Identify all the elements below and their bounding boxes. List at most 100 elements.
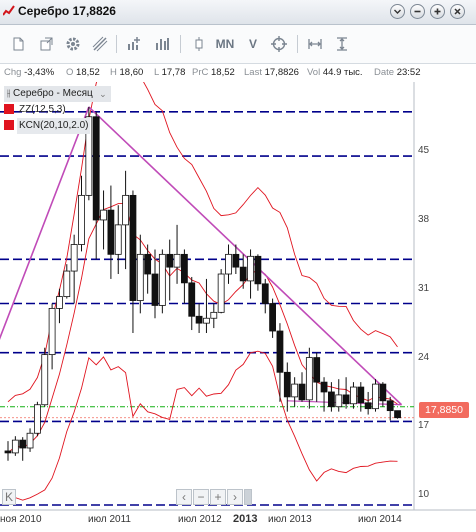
- candle-body: [100, 209, 107, 221]
- candle-body: [158, 253, 166, 306]
- candle-body: [394, 410, 401, 419]
- v-button[interactable]: V: [242, 33, 264, 55]
- open-label: O: [66, 67, 74, 78]
- candle-body: [41, 354, 49, 406]
- candle-body: [210, 311, 218, 319]
- title-bar: Серебро 17,8826: [0, 0, 476, 25]
- quote-stats: Chg -3,43% O 18,52 H 18,60 L 17,78 PrC 1…: [0, 64, 476, 82]
- chart-scroll-nav: K ‹ − + ›: [0, 489, 476, 507]
- x-tick-label: июл 2012: [178, 514, 222, 525]
- candle-body: [305, 357, 313, 401]
- candle-body: [78, 194, 85, 245]
- draw-tool-icon[interactable]: [89, 33, 111, 55]
- candle-body: [225, 253, 232, 275]
- app-chart-icon: [3, 5, 15, 16]
- kcn-color-swatch: [4, 120, 14, 131]
- scroll-right-icon[interactable]: ›: [227, 489, 243, 505]
- candle-body: [217, 273, 225, 313]
- scroll-left-icon[interactable]: ‹: [176, 489, 192, 505]
- candle-body: [4, 450, 12, 454]
- open-value: 18,52: [76, 67, 100, 78]
- gear-icon[interactable]: [62, 33, 84, 55]
- candle-body: [357, 386, 365, 404]
- candle-body: [34, 404, 41, 434]
- candle-body: [63, 270, 71, 298]
- candle-body: [151, 273, 159, 306]
- zigzag-mn-button[interactable]: MN: [212, 33, 238, 55]
- candle-body: [283, 371, 291, 398]
- chg-value: -3,43%: [24, 67, 55, 78]
- candle-body: [56, 296, 63, 309]
- x-tick-label: июл 2013: [268, 514, 312, 525]
- candle-body: [232, 253, 240, 268]
- low-label: L: [154, 67, 159, 78]
- toolbar-separator: [116, 35, 117, 53]
- candle-body: [276, 330, 284, 373]
- candle-body: [114, 224, 122, 255]
- scrollbar-thumb[interactable]: [244, 489, 252, 505]
- instrument-selector[interactable]: ⫲ Серебро - Месяц ⌄: [4, 86, 111, 102]
- prc-value: 18,52: [211, 67, 235, 78]
- candle-body: [364, 402, 372, 410]
- date-value: 23:52: [396, 67, 421, 78]
- candle-body: [247, 255, 254, 282]
- new-window-icon[interactable]: [35, 33, 57, 55]
- minimize-icon[interactable]: [410, 4, 425, 19]
- instrument-label: Серебро - Месяц: [13, 88, 93, 99]
- candle-body: [188, 282, 196, 317]
- toolbar: MN V: [0, 25, 476, 64]
- candle-body: [261, 283, 269, 304]
- candle-body: [298, 383, 306, 401]
- candle-body: [173, 253, 181, 268]
- legend-indicator-kcn[interactable]: KCN(20,10,2.0): [4, 118, 111, 134]
- zoom-horizontal-icon[interactable]: [304, 33, 326, 55]
- candle-body: [386, 400, 394, 412]
- last-value: 17,8826: [264, 67, 299, 78]
- bar-chart-icon[interactable]: [151, 33, 173, 55]
- candle-body: [320, 381, 328, 393]
- last-price-tag: 17,8850: [419, 402, 469, 418]
- scroll-start-icon[interactable]: K: [2, 489, 16, 505]
- candle-body: [254, 255, 262, 285]
- x-tick-label: ноя 2010: [0, 514, 42, 525]
- candle-body: [195, 315, 203, 324]
- candle-body: [203, 317, 210, 324]
- date-label: Date: [374, 67, 395, 78]
- high-label: H: [110, 67, 117, 78]
- candle-body: [327, 391, 335, 408]
- zoom-vertical-icon[interactable]: [331, 33, 353, 55]
- x-tick-label: 2013: [233, 513, 258, 525]
- candle-body: [70, 244, 78, 272]
- chevron-down-icon[interactable]: [390, 4, 405, 19]
- legend-indicator-zz[interactable]: ZZ(12,5,3): [4, 102, 111, 118]
- close-icon[interactable]: [450, 4, 465, 19]
- low-value: 17,78: [161, 67, 186, 78]
- page-icon[interactable]: [7, 33, 29, 55]
- candle-body: [11, 439, 19, 454]
- vol-label: Vol: [307, 67, 321, 78]
- add-indicator-icon[interactable]: [123, 33, 145, 55]
- toolbar-separator: [180, 35, 181, 53]
- zoom-out-icon[interactable]: −: [193, 489, 209, 505]
- candle-body: [239, 266, 247, 282]
- candle-body: [313, 357, 321, 383]
- candle-body: [26, 432, 34, 449]
- chg-label: Chg: [4, 67, 22, 78]
- maximize-icon[interactable]: [430, 4, 445, 19]
- kcn-label: KCN(20,10,2.0): [17, 118, 91, 134]
- candle-body: [180, 253, 188, 284]
- candle-body: [129, 194, 137, 301]
- zoom-in-icon[interactable]: +: [210, 489, 226, 505]
- candle-body: [350, 386, 357, 405]
- crosshair-icon[interactable]: [268, 33, 290, 55]
- y-tick-label: 31: [418, 282, 430, 294]
- candle-icon[interactable]: [188, 33, 210, 55]
- window-title: Серебро 17,8826: [18, 4, 116, 18]
- price-chart[interactable]: [0, 82, 476, 532]
- vol-value: 44.9 тыс.: [322, 67, 363, 78]
- chart-legend: ⫲ Серебро - Месяц ⌄ ZZ(12,5,3) KCN(20,10…: [4, 86, 111, 134]
- last-label: Last: [244, 67, 262, 78]
- candle-body: [291, 383, 299, 398]
- candle-body: [372, 383, 379, 410]
- candle-body: [166, 253, 174, 268]
